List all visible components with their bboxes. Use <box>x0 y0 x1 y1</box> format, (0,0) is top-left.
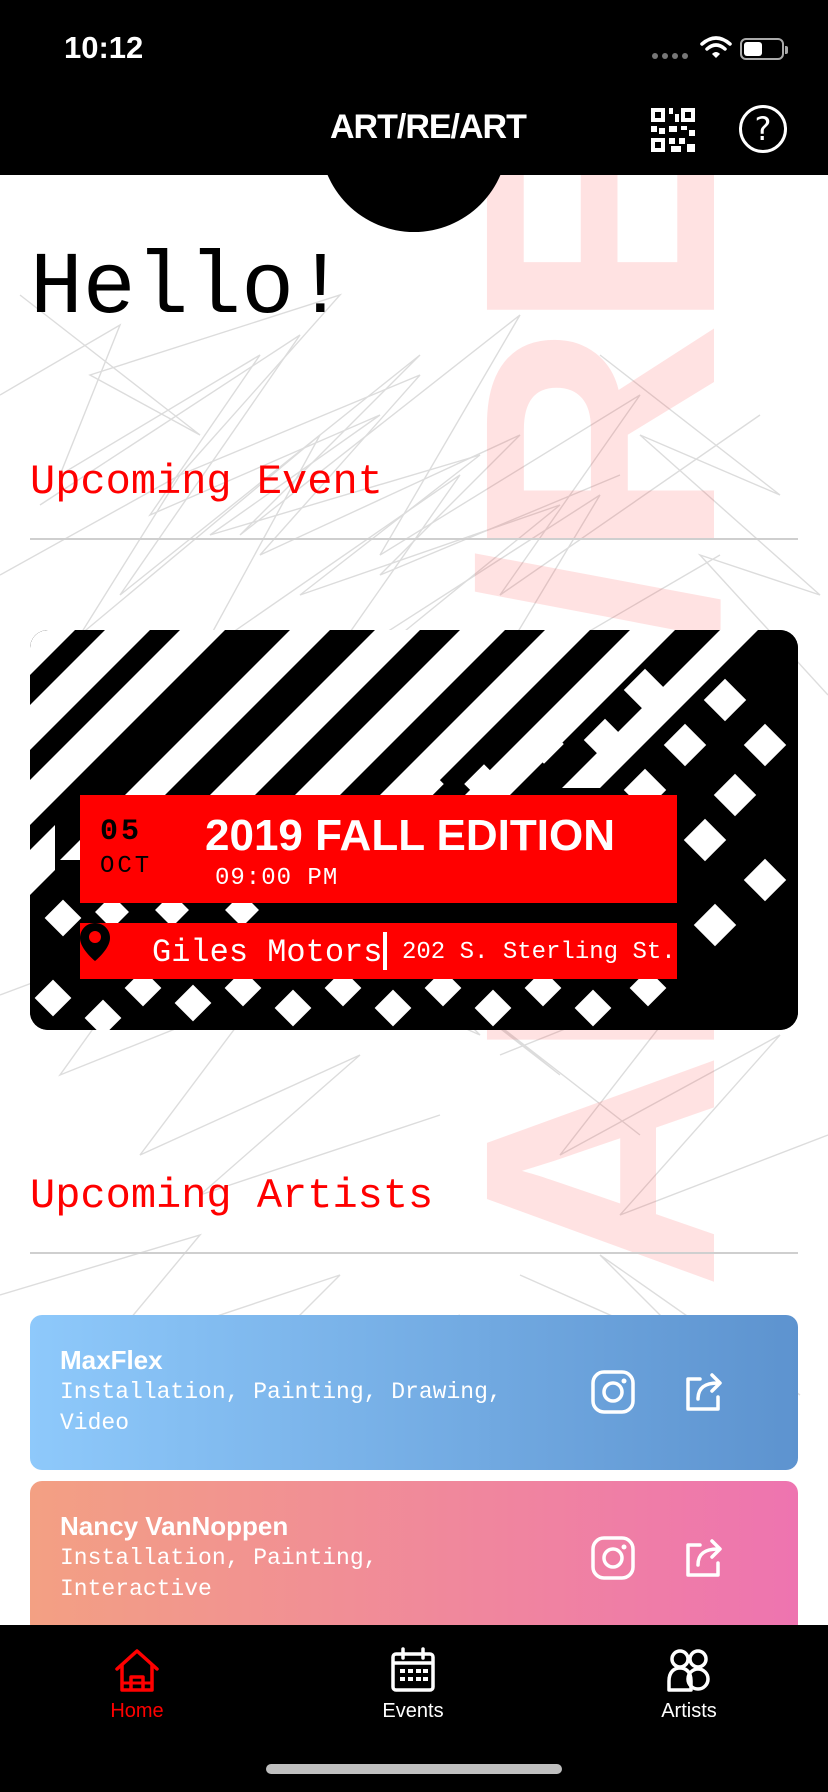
help-icon[interactable]: ? <box>739 105 787 153</box>
tab-events-label: Events <box>382 1700 444 1722</box>
upcoming-event-heading: Upcoming Event <box>30 458 383 506</box>
tab-home[interactable]: Home <box>57 1647 217 1723</box>
battery-icon <box>740 38 788 60</box>
instagram-icon[interactable] <box>590 1369 636 1415</box>
status-time: 10:12 <box>64 30 144 65</box>
artist-name: MaxFlex <box>60 1345 163 1375</box>
tab-home-label: Home <box>110 1700 164 1722</box>
event-time: 09:00 PM <box>215 865 339 892</box>
home-icon <box>115 1649 159 1692</box>
event-card[interactable]: 05 OCT 2019 FALL EDITION 09:00 PM Giles … <box>30 630 798 1030</box>
wifi-icon <box>700 36 732 58</box>
home-content: Hello! Upcoming Event 05 OCT 2019 FALL E… <box>0 0 828 1792</box>
instagram-icon[interactable] <box>590 1535 636 1581</box>
artist-disciplines: Installation, Painting, Interactive <box>60 1545 378 1602</box>
signal-icon <box>652 53 688 59</box>
upcoming-artists-heading: Upcoming Artists <box>30 1172 434 1220</box>
artist-name: Nancy VanNoppen <box>60 1511 289 1541</box>
artist-card[interactable]: MaxFlex Installation, Painting, Drawing,… <box>30 1315 798 1470</box>
event-date-banner: 05 OCT 2019 FALL EDITION 09:00 PM <box>80 795 677 903</box>
home-indicator[interactable] <box>266 1764 562 1774</box>
tab-events[interactable]: Events <box>333 1647 493 1723</box>
qr-code-icon[interactable] <box>651 108 695 152</box>
people-icon <box>667 1649 710 1692</box>
event-location-bar: Giles Motors 202 S. Sterling St. <box>80 923 677 979</box>
greeting-heading: Hello! <box>30 240 347 339</box>
artist-card[interactable]: Nancy VanNoppen Installation, Painting, … <box>30 1481 798 1636</box>
share-icon[interactable] <box>682 1369 728 1415</box>
artist-disciplines: Installation, Painting, Drawing, Video <box>60 1379 502 1436</box>
divider <box>30 1252 798 1254</box>
share-icon[interactable] <box>682 1535 728 1581</box>
event-title: 2019 FALL EDITION <box>205 811 615 860</box>
location-pin-icon <box>80 923 110 961</box>
app-logo: ART/RE/ART <box>330 108 527 146</box>
event-address: 202 S. Sterling St. <box>402 939 676 966</box>
event-day: 05 <box>100 815 143 849</box>
calendar-icon <box>391 1647 435 1692</box>
event-month: OCT <box>100 853 153 880</box>
tab-artists[interactable]: Artists <box>609 1647 769 1723</box>
location-separator <box>383 932 387 970</box>
divider <box>30 538 798 540</box>
event-venue: Giles Motors <box>152 934 383 971</box>
tab-artists-label: Artists <box>661 1700 717 1722</box>
